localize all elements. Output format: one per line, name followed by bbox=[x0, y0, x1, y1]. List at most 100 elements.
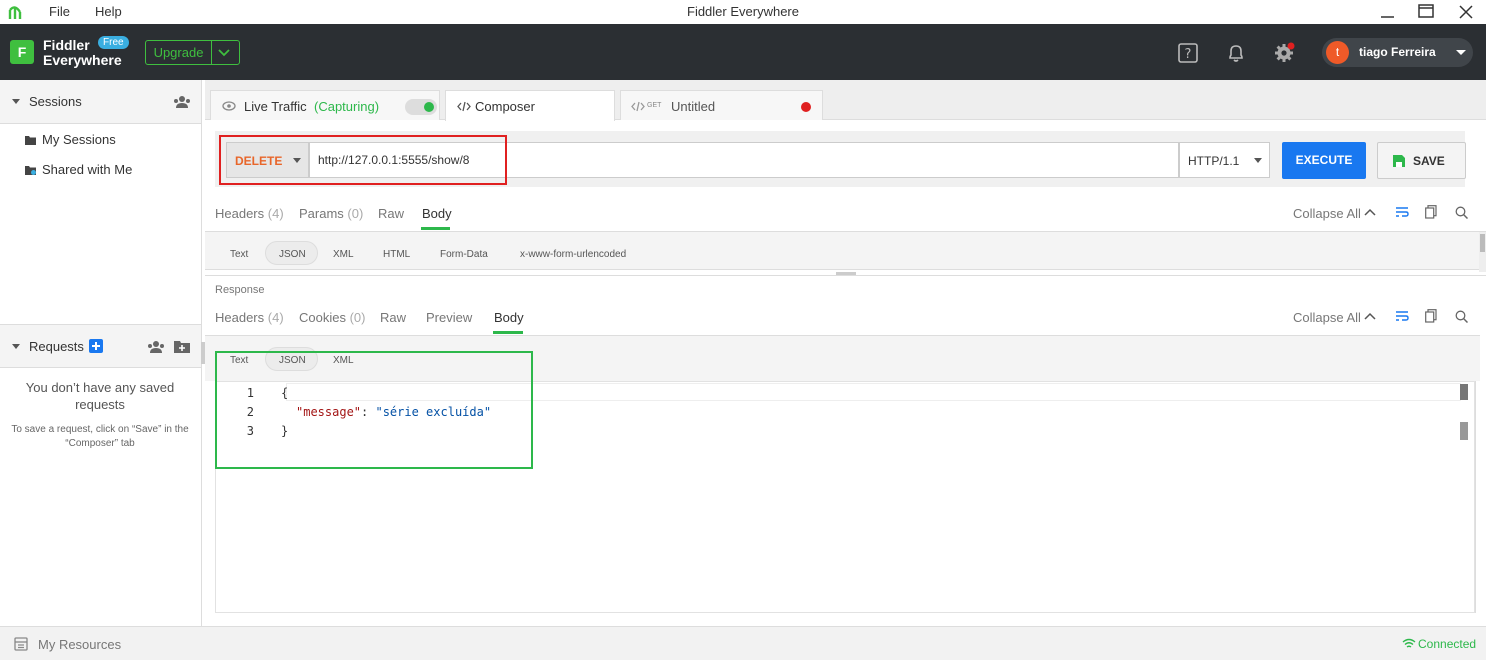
brand-name-line2: Everywhere bbox=[43, 52, 122, 68]
tab-untitled[interactable]: GET Untitled bbox=[620, 90, 823, 120]
brand-name-line1: Fiddler bbox=[43, 37, 90, 53]
tab-request-params[interactable]: Params (0) bbox=[299, 206, 363, 221]
copy-icon[interactable] bbox=[1425, 205, 1437, 219]
code-icon bbox=[457, 101, 471, 112]
status-bar: My Resources Connected bbox=[0, 626, 1486, 660]
sidebar-item-shared-with-me[interactable]: Shared with Me bbox=[24, 162, 132, 177]
title-bar: File Help Fiddler Everywhere bbox=[0, 0, 1486, 24]
tab-request-headers[interactable]: Headers (4) bbox=[215, 206, 284, 221]
requests-header[interactable]: Requests bbox=[0, 324, 201, 368]
divider bbox=[1475, 381, 1476, 613]
http-version-value: HTTP/1.1 bbox=[1188, 154, 1240, 168]
tab-response-raw[interactable]: Raw bbox=[380, 310, 406, 325]
tab-label: Headers bbox=[215, 206, 265, 221]
unsaved-dot bbox=[801, 102, 811, 112]
resources-icon[interactable] bbox=[14, 637, 28, 651]
tab-bar: Live Traffic (Capturing) Composer GET Un… bbox=[205, 80, 1486, 121]
no-requests-message: You don’t have any saved requests bbox=[25, 380, 175, 412]
fiddler-logo-icon: F bbox=[10, 40, 34, 64]
no-requests-hint: To save a request, click on “Save” in th… bbox=[11, 424, 189, 449]
tab-count: (4) bbox=[267, 310, 284, 325]
format-json[interactable]: JSON bbox=[279, 249, 306, 260]
fiddler-app-icon bbox=[8, 6, 22, 19]
tab-response-preview[interactable]: Preview bbox=[426, 310, 472, 325]
request-format-bar: Text JSON XML HTML Form-Data x-www-form-… bbox=[205, 232, 1480, 270]
user-menu[interactable]: t tiago Ferreira bbox=[1322, 38, 1473, 67]
execute-button[interactable]: EXECUTE bbox=[1282, 142, 1366, 179]
chevron-up-icon[interactable] bbox=[1364, 207, 1376, 217]
tab-label: Headers bbox=[215, 310, 265, 325]
response-section-label: Response bbox=[215, 284, 265, 296]
upgrade-button[interactable]: Upgrade bbox=[145, 40, 240, 65]
menu-file[interactable]: File bbox=[49, 4, 70, 19]
menu-help[interactable]: Help bbox=[95, 4, 122, 19]
tab-label: Cookies bbox=[299, 310, 346, 325]
copy-icon[interactable] bbox=[1425, 309, 1437, 323]
capture-toggle[interactable] bbox=[405, 99, 437, 115]
tab-label: Untitled bbox=[671, 99, 716, 114]
tab-response-headers[interactable]: Headers (4) bbox=[215, 310, 284, 325]
tab-method: GET bbox=[647, 102, 662, 109]
requests-title: Requests bbox=[29, 339, 84, 354]
chevron-down-icon[interactable] bbox=[216, 45, 232, 61]
save-button[interactable]: SAVE bbox=[1377, 142, 1466, 179]
app-header: F Fiddler Everywhere Free Upgrade ? t ti… bbox=[0, 24, 1486, 80]
tab-live-traffic[interactable]: Live Traffic (Capturing) bbox=[210, 90, 440, 120]
add-request-icon[interactable] bbox=[89, 339, 103, 353]
sidebar: Sessions My Sessions Shared with Me Requ… bbox=[0, 80, 202, 626]
connection-status: Connected bbox=[1418, 637, 1477, 651]
caret-down-icon bbox=[1456, 50, 1466, 55]
word-wrap-icon[interactable] bbox=[1395, 310, 1409, 322]
search-icon[interactable] bbox=[1455, 310, 1468, 323]
format-urlencoded[interactable]: x-www-form-urlencoded bbox=[520, 249, 626, 260]
my-resources-button[interactable]: My Resources bbox=[38, 637, 121, 652]
scrollbar-thumb[interactable] bbox=[1480, 234, 1485, 252]
window-title: Fiddler Everywhere bbox=[687, 4, 799, 19]
scrollbar-thumb[interactable] bbox=[1460, 384, 1468, 400]
add-folder-icon[interactable] bbox=[174, 340, 190, 353]
collapse-triangle-icon[interactable] bbox=[12, 99, 20, 104]
sessions-header[interactable]: Sessions bbox=[0, 80, 201, 124]
tab-label: Live Traffic bbox=[244, 99, 307, 114]
divider bbox=[205, 275, 1486, 276]
scrollbar-track[interactable] bbox=[1479, 232, 1486, 272]
floppy-disk-icon bbox=[1393, 155, 1405, 167]
word-wrap-icon[interactable] bbox=[1395, 206, 1409, 218]
search-icon[interactable] bbox=[1455, 206, 1468, 219]
share-users-icon[interactable] bbox=[147, 339, 165, 355]
highlight-box-request bbox=[219, 135, 507, 185]
highlight-box-response bbox=[215, 351, 533, 469]
active-tab-underline bbox=[421, 227, 450, 230]
tab-label: Composer bbox=[475, 99, 535, 114]
free-badge: Free bbox=[98, 36, 129, 49]
collapse-all-button[interactable]: Collapse All bbox=[1293, 206, 1361, 221]
format-html[interactable]: HTML bbox=[383, 249, 410, 260]
format-xml[interactable]: XML bbox=[333, 249, 354, 260]
chevron-up-icon[interactable] bbox=[1364, 311, 1376, 321]
tab-request-body[interactable]: Body bbox=[422, 206, 452, 221]
collapse-triangle-icon[interactable] bbox=[12, 344, 20, 349]
tab-request-raw[interactable]: Raw bbox=[378, 206, 404, 221]
folder-icon bbox=[25, 136, 36, 145]
format-text[interactable]: Text bbox=[230, 249, 248, 260]
tab-count: (4) bbox=[267, 206, 284, 221]
bell-icon[interactable] bbox=[1225, 42, 1247, 64]
maximize-button[interactable] bbox=[1412, 2, 1440, 22]
save-label: SAVE bbox=[1413, 154, 1445, 168]
help-icon[interactable]: ? bbox=[1177, 42, 1199, 64]
close-window-button[interactable] bbox=[1452, 2, 1480, 22]
eye-icon bbox=[222, 101, 236, 111]
sidebar-item-label: My Sessions bbox=[42, 132, 116, 147]
http-version-select[interactable]: HTTP/1.1 bbox=[1179, 142, 1270, 178]
share-users-icon[interactable] bbox=[173, 94, 191, 110]
gear-icon[interactable] bbox=[1273, 42, 1295, 64]
tab-response-body[interactable]: Body bbox=[494, 310, 524, 325]
code-icon bbox=[631, 101, 645, 112]
collapse-all-button[interactable]: Collapse All bbox=[1293, 310, 1361, 325]
sidebar-item-my-sessions[interactable]: My Sessions bbox=[24, 132, 116, 147]
tab-composer[interactable]: Composer bbox=[445, 90, 615, 121]
scrollbar-marker bbox=[1460, 422, 1468, 440]
minimize-button[interactable] bbox=[1373, 2, 1401, 22]
format-form-data[interactable]: Form-Data bbox=[440, 249, 488, 260]
tab-response-cookies[interactable]: Cookies (0) bbox=[299, 310, 365, 325]
